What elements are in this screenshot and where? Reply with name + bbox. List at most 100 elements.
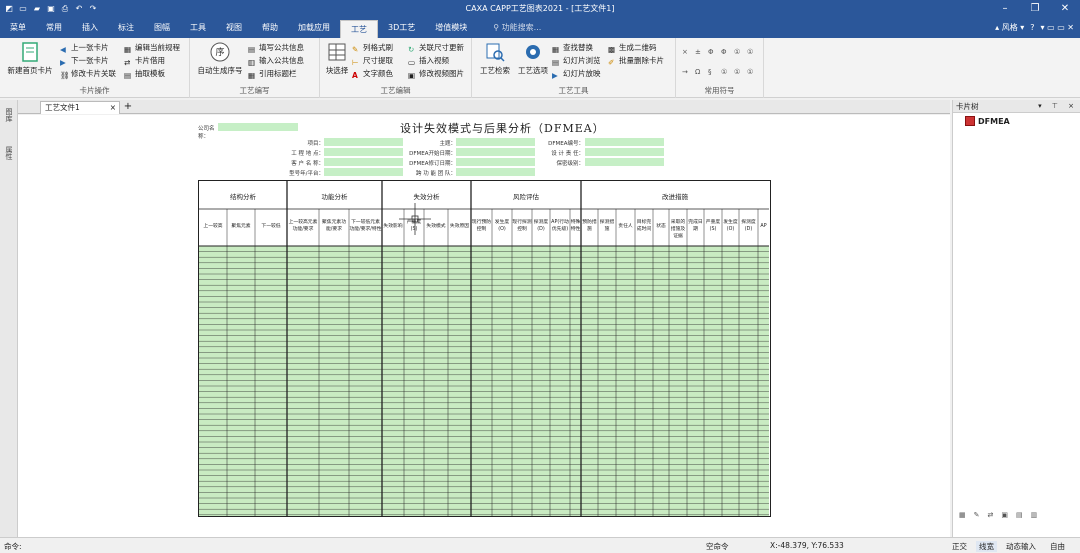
dfmea-revise-field[interactable]	[456, 158, 535, 166]
panel-controls-icon[interactable]: ▾ ⊤ ×	[1038, 100, 1078, 113]
function-search[interactable]: ⚲ 功能搜索...	[477, 18, 541, 38]
help-icon[interactable]: ?	[1030, 18, 1034, 38]
dfmea-id-field[interactable]	[585, 138, 664, 146]
symbol-circled-5[interactable]: ①	[747, 68, 753, 76]
restore-icon[interactable]: ❐	[1020, 0, 1050, 18]
symbol-arrow[interactable]: →	[682, 68, 688, 76]
symbol-times[interactable]: ×	[682, 48, 688, 56]
prev-card-button[interactable]: ◀ 上一张卡片	[60, 42, 109, 54]
linewidth-toggle[interactable]: 线宽	[976, 541, 997, 552]
proc-options-button[interactable]: 工艺选项	[514, 41, 552, 76]
block-select-button[interactable]: 块选择	[324, 41, 350, 76]
tab-document[interactable]: 工艺文件1 ×	[40, 101, 120, 114]
batch-delete-button[interactable]: ✐ 批量删除卡片	[608, 55, 664, 67]
card-borrow-button[interactable]: ⇄ 卡片借用	[124, 55, 165, 67]
proc-retrieve-button[interactable]: 工艺检索	[476, 41, 514, 76]
dfmea-start-field[interactable]	[456, 148, 535, 156]
input-public-info-button[interactable]: ▥ 输入公共信息	[248, 55, 304, 67]
company-field[interactable]	[218, 123, 298, 131]
tree-tool-icon-3[interactable]: ⇄	[988, 511, 994, 519]
col-header-23: 完成日期	[688, 220, 703, 232]
symbol-phi-1[interactable]: Φ	[708, 48, 714, 56]
symbol-plusminus[interactable]: ±	[695, 48, 701, 56]
tab-value-added[interactable]: 增值模块	[425, 18, 477, 38]
new-card-button[interactable]: 新建首页卡片	[4, 41, 56, 76]
slide-browse-button[interactable]: ▤ 幻灯片浏览	[552, 55, 601, 67]
symbol-circled-2[interactable]: ①	[747, 48, 753, 56]
dynamic-input-toggle[interactable]: 动态输入	[1006, 541, 1036, 552]
text-color-button[interactable]: A 文字颜色	[352, 68, 393, 80]
tree-tool-icon-2[interactable]: ✎	[974, 511, 980, 519]
close-icon[interactable]: ✕	[1050, 0, 1080, 18]
tab-tools[interactable]: 工具	[180, 18, 216, 38]
dim-extract-button[interactable]: ⊢ 尺寸提取	[352, 55, 393, 67]
fill-public-info-button[interactable]: ▤ 填写公共信息	[248, 42, 304, 54]
model-field[interactable]	[324, 168, 403, 176]
link-dim-update-button[interactable]: ↻ 关联尺寸更新	[408, 42, 464, 54]
col-header-4: 上一较高元素功能/要求	[288, 220, 318, 232]
slide-play-button[interactable]: ▶ 幻灯片放映	[552, 68, 601, 80]
col-header-18: 探测措施	[599, 220, 615, 232]
modify-card-link-button[interactable]: ⛓ 修改卡片关联	[60, 68, 116, 80]
symbol-circled-3[interactable]: ①	[721, 68, 727, 76]
symbol-phi-2[interactable]: Φ	[721, 48, 727, 56]
close-icon[interactable]: ×	[110, 102, 116, 114]
print-icon[interactable]: ⎙	[60, 4, 70, 14]
tree-tool-icon-4[interactable]: ▣	[1001, 511, 1008, 519]
left-tab-library[interactable]: 图库	[4, 108, 14, 122]
col-header-13: 现行探测控制	[512, 220, 532, 232]
tab-frame[interactable]: 图幅	[144, 18, 180, 38]
tab-common[interactable]: 常用	[36, 18, 72, 38]
design-owner-field[interactable]	[585, 148, 664, 156]
form-title: 设计失效模式与后果分析（DFMEA）	[400, 122, 605, 135]
insert-video-button[interactable]: ▭ 插入视频	[408, 55, 449, 67]
ref-title-button[interactable]: ▦ 引用标题栏	[248, 68, 297, 80]
symbol-omega[interactable]: Ω	[695, 68, 700, 76]
factory-field[interactable]	[324, 148, 403, 156]
tree-tool-icon-6[interactable]: ▥	[1031, 511, 1038, 519]
auto-seq-button[interactable]: 序 自动生成序号	[194, 41, 246, 76]
open-file-icon[interactable]: ▰	[32, 4, 42, 14]
tab-help[interactable]: 帮助	[252, 18, 288, 38]
redo-icon[interactable]: ↷	[88, 4, 98, 14]
tab-menu[interactable]: 菜单	[0, 18, 36, 38]
confidential-field[interactable]	[585, 158, 664, 166]
next-card-label: 下一张卡片	[71, 56, 109, 65]
tree-tool-icon-5[interactable]: ▤	[1016, 511, 1023, 519]
minimize-icon[interactable]: –	[990, 0, 1020, 18]
next-card-button[interactable]: ▶ 下一张卡片	[60, 55, 109, 67]
subject-field[interactable]	[456, 138, 535, 146]
new-file-icon[interactable]: ▭	[18, 4, 28, 14]
find-replace-button[interactable]: ▦ 查找替换	[552, 42, 593, 54]
ribbon-options-icon[interactable]: ▾ ▭ ▭ ✕	[1041, 18, 1074, 38]
tab-view[interactable]: 视图	[216, 18, 252, 38]
cross-team-field[interactable]	[456, 168, 535, 176]
tree-tool-icon-1[interactable]: ▦	[959, 511, 966, 519]
add-tab-icon[interactable]: +	[122, 101, 134, 113]
tab-annotate[interactable]: 标注	[108, 18, 144, 38]
left-tab-properties[interactable]: 属性	[4, 146, 14, 160]
ortho-toggle[interactable]: 正交	[952, 541, 967, 552]
card-icon	[965, 116, 975, 126]
extract-template-button[interactable]: ▤ 抽取模板	[124, 68, 165, 80]
undo-icon[interactable]: ↶	[74, 4, 84, 14]
customer-field[interactable]	[324, 158, 403, 166]
style-dropdown[interactable]: ▴ 风格 ▾	[995, 18, 1024, 38]
tab-insert[interactable]: 插入	[72, 18, 108, 38]
tab-3d-process[interactable]: 3D工艺	[378, 18, 425, 38]
symbol-section[interactable]: §	[708, 68, 712, 76]
symbol-circled-4[interactable]: ①	[734, 68, 740, 76]
gen-qr-button[interactable]: ▩ 生成二维码	[608, 42, 657, 54]
save-icon[interactable]: ▣	[46, 4, 56, 14]
modify-video-pic-button[interactable]: ▣ 修改视频图片	[408, 68, 464, 80]
format-brush-button[interactable]: ✎ 列格式刷	[352, 42, 393, 54]
symbol-circled-1[interactable]: ①	[734, 48, 740, 56]
quick-access-toolbar: ◩ ▭ ▰ ▣ ⎙ ↶ ↷	[0, 4, 98, 14]
current-command: 空命令	[706, 542, 729, 551]
project-field[interactable]	[324, 138, 403, 146]
tab-process[interactable]: 工艺	[340, 20, 378, 38]
tab-addons[interactable]: 加载应用	[288, 18, 340, 38]
edit-current-rule-button[interactable]: ▦ 编辑当前规程	[124, 42, 180, 54]
tree-item-dfmea[interactable]: DFMEA	[965, 116, 1010, 126]
free-mode-toggle[interactable]: 自由	[1050, 541, 1065, 552]
